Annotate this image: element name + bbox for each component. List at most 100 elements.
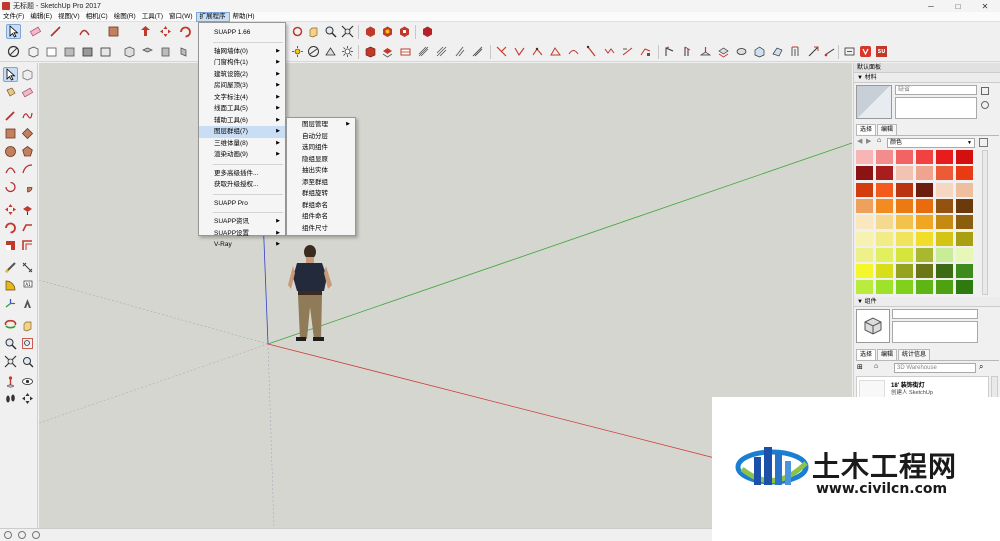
dimension-icon[interactable]: [323, 44, 338, 59]
eraser-icon[interactable]: [20, 85, 35, 100]
vray-item[interactable]: V-Ray ▶: [199, 239, 285, 251]
material-library-select[interactable]: 颜色 ▼: [887, 138, 975, 148]
push-pull-icon[interactable]: [20, 202, 35, 217]
menu-window[interactable]: 窗口(W): [166, 12, 195, 22]
style-textured-icon[interactable]: [80, 44, 95, 59]
group-rotate-item[interactable]: 群组旋转: [287, 188, 355, 200]
material-swatch[interactable]: [896, 150, 913, 164]
move-tool-icon[interactable]: [158, 24, 173, 39]
line-tools-2-icon[interactable]: [512, 44, 527, 59]
building-facility-item[interactable]: 建筑设施(2) ▶: [199, 69, 285, 81]
vray-render-icon[interactable]: [858, 44, 873, 59]
style-monochrome-icon[interactable]: [98, 44, 113, 59]
arc-icon[interactable]: [3, 162, 18, 177]
pie-icon[interactable]: [20, 180, 35, 195]
material-swatch[interactable]: [936, 247, 953, 262]
material-swatch[interactable]: [956, 182, 973, 197]
material-swatch[interactable]: [916, 198, 933, 213]
material-swatch[interactable]: [856, 247, 873, 262]
zoom-icon[interactable]: [3, 336, 18, 351]
material-swatch[interactable]: [936, 215, 953, 230]
style-xray-icon[interactable]: [6, 44, 21, 59]
material-swatch[interactable]: [956, 247, 973, 262]
material-swatch[interactable]: [856, 182, 873, 197]
dimension-tool-icon[interactable]: [20, 260, 35, 275]
material-swatch[interactable]: [896, 247, 913, 262]
face-tools-1-icon[interactable]: [662, 44, 677, 59]
text-annotation-item[interactable]: 文字标注(4) ▶: [199, 92, 285, 104]
auto-layer-item[interactable]: 自动分层: [287, 131, 355, 143]
suapp-news-item[interactable]: SUAPP资讯 ▶: [199, 216, 285, 228]
layer-manager-item[interactable]: 图层管理 ▶: [287, 119, 355, 131]
top-view-icon[interactable]: [140, 44, 155, 59]
material-swatch[interactable]: [876, 150, 893, 164]
close-icon[interactable]: ✕: [972, 0, 998, 12]
material-swatch[interactable]: [896, 231, 913, 246]
suapp-tool-5-icon[interactable]: [434, 44, 449, 59]
pan-icon[interactable]: [20, 318, 35, 333]
components-header[interactable]: ▼ 组件: [854, 297, 1000, 307]
position-camera-icon[interactable]: [3, 374, 18, 389]
style-shaded-icon[interactable]: [62, 44, 77, 59]
get-license-item[interactable]: 获取升级授权...: [199, 179, 285, 191]
component-name-field[interactable]: [892, 309, 978, 319]
zoom-extents-left-icon[interactable]: [3, 354, 18, 369]
material-swatch[interactable]: [896, 166, 913, 181]
sun-settings-icon[interactable]: [340, 44, 355, 59]
suapp-version-item[interactable]: SUAPP 1.66: [199, 27, 285, 39]
material-name-input[interactable]: 缺省: [895, 85, 977, 95]
aux-tools-item[interactable]: 辅助工具(6) ▶: [199, 115, 285, 127]
material-swatch[interactable]: [876, 166, 893, 181]
material-swatch[interactable]: [936, 182, 953, 197]
suapp-tool-1-icon[interactable]: [363, 44, 378, 59]
move-icon[interactable]: [3, 202, 18, 217]
component-icon[interactable]: [20, 67, 35, 82]
rotate-icon[interactable]: [3, 220, 18, 235]
rectangle-icon[interactable]: [3, 126, 18, 141]
line-tools-9-icon[interactable]: [638, 44, 653, 59]
more-plugins-item[interactable]: 更多高级插件...: [199, 168, 285, 180]
sample-paint-icon[interactable]: [981, 101, 989, 109]
material-swatch[interactable]: [916, 166, 933, 181]
face-tools-2-icon[interactable]: [680, 44, 695, 59]
material-swatch[interactable]: [956, 150, 973, 164]
suapp-tool-6-icon[interactable]: [452, 44, 467, 59]
material-swatch[interactable]: [956, 231, 973, 246]
material-swatch[interactable]: [856, 198, 873, 213]
share-model-icon[interactable]: [380, 24, 395, 39]
face-tools-9-icon[interactable]: [806, 44, 821, 59]
menu-file[interactable]: 文件(F): [0, 12, 27, 22]
face-tools-5-icon[interactable]: [734, 44, 749, 59]
line-tools-1-icon[interactable]: [494, 44, 509, 59]
menu-camera[interactable]: 相机(C): [83, 12, 111, 22]
details-icon[interactable]: [979, 138, 988, 147]
extension-warehouse-icon[interactable]: [420, 24, 435, 39]
material-swatch[interactable]: [936, 150, 953, 164]
3d-text-icon[interactable]: [20, 296, 35, 311]
add-to-group-item[interactable]: 添至群组: [287, 177, 355, 189]
material-swatch[interactable]: [936, 264, 953, 279]
menu-help[interactable]: 帮助(H): [230, 12, 258, 22]
suapp-pro-item[interactable]: SUAPP Pro: [199, 198, 285, 210]
three-point-arc-icon[interactable]: [3, 180, 18, 195]
style-wireframe-icon[interactable]: [26, 44, 41, 59]
face-tools-4-icon[interactable]: [716, 44, 731, 59]
rectangle-tool-icon[interactable]: [106, 24, 121, 39]
pan-tool-icon[interactable]: [306, 24, 321, 39]
orbit-icon[interactable]: [3, 318, 18, 333]
axes-icon[interactable]: [3, 296, 18, 311]
material-swatch[interactable]: [856, 280, 873, 295]
material-swatch[interactable]: [916, 231, 933, 246]
material-swatch[interactable]: [856, 215, 873, 230]
warehouse-search-input[interactable]: 3D Warehouse: [894, 363, 976, 373]
scale-figure[interactable]: [288, 245, 332, 341]
tab-edit[interactable]: 编辑: [877, 349, 898, 360]
face-tools-7-icon[interactable]: [770, 44, 785, 59]
front-view-icon[interactable]: [158, 44, 173, 59]
line-tools-8-icon[interactable]: [620, 44, 635, 59]
material-swatch[interactable]: [896, 264, 913, 279]
material-swatch[interactable]: [956, 215, 973, 230]
arc-tool-icon[interactable]: [77, 24, 92, 39]
section-plane-left-icon[interactable]: [20, 391, 35, 406]
material-swatch[interactable]: [876, 264, 893, 279]
